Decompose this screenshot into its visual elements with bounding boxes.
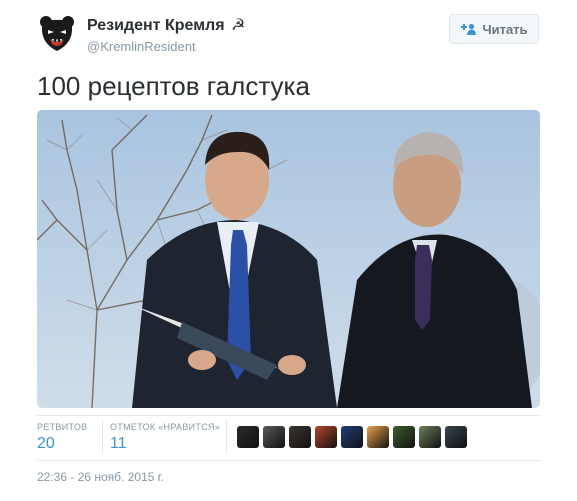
liker-avatar[interactable] [263, 426, 285, 448]
liker-avatar[interactable] [367, 426, 389, 448]
display-name-text: Резидент Кремля [87, 17, 225, 34]
divider [37, 415, 540, 416]
liker-avatar[interactable] [237, 426, 259, 448]
add-user-icon [460, 23, 477, 35]
liker-avatar[interactable] [341, 426, 363, 448]
likes-stat[interactable]: ОТМЕТОК «НРАВИТСЯ» 11 [110, 422, 220, 454]
tweet-photo[interactable] [37, 110, 540, 408]
liker-avatar[interactable] [289, 426, 311, 448]
stat-separator [226, 420, 227, 454]
divider [37, 460, 540, 461]
avatar[interactable] [37, 13, 77, 53]
retweets-label: РЕТВИТОВ [37, 422, 88, 432]
photo-image [37, 110, 540, 408]
display-name[interactable]: Резидент Кремля ☭ [87, 16, 245, 36]
liker-avatars [237, 426, 471, 448]
hammer-sickle-icon: ☭ [230, 17, 246, 34]
tweet-card: Резидент Кремля ☭ @KremlinResident Читат… [0, 0, 577, 501]
likes-count: 11 [110, 435, 127, 452]
liker-avatar[interactable] [315, 426, 337, 448]
follow-button-label: Читать [482, 21, 528, 37]
bear-logo-icon [37, 13, 77, 53]
liker-avatar[interactable] [445, 426, 467, 448]
retweets-stat[interactable]: РЕТВИТОВ 20 [37, 422, 87, 454]
stat-separator [102, 420, 103, 454]
likes-label: ОТМЕТОК «НРАВИТСЯ» [110, 422, 221, 432]
user-info: Резидент Кремля ☭ @KremlinResident [87, 16, 245, 56]
liker-avatar[interactable] [419, 426, 441, 448]
tweet-text: 100 рецептов галстука [37, 71, 310, 101]
follow-button[interactable]: Читать [449, 14, 539, 44]
user-handle[interactable]: @KremlinResident [87, 38, 245, 56]
tweet-timestamp[interactable]: 22:36 - 26 нояб. 2015 г. [37, 470, 164, 484]
liker-avatar[interactable] [393, 426, 415, 448]
retweets-count: 20 [37, 435, 55, 452]
